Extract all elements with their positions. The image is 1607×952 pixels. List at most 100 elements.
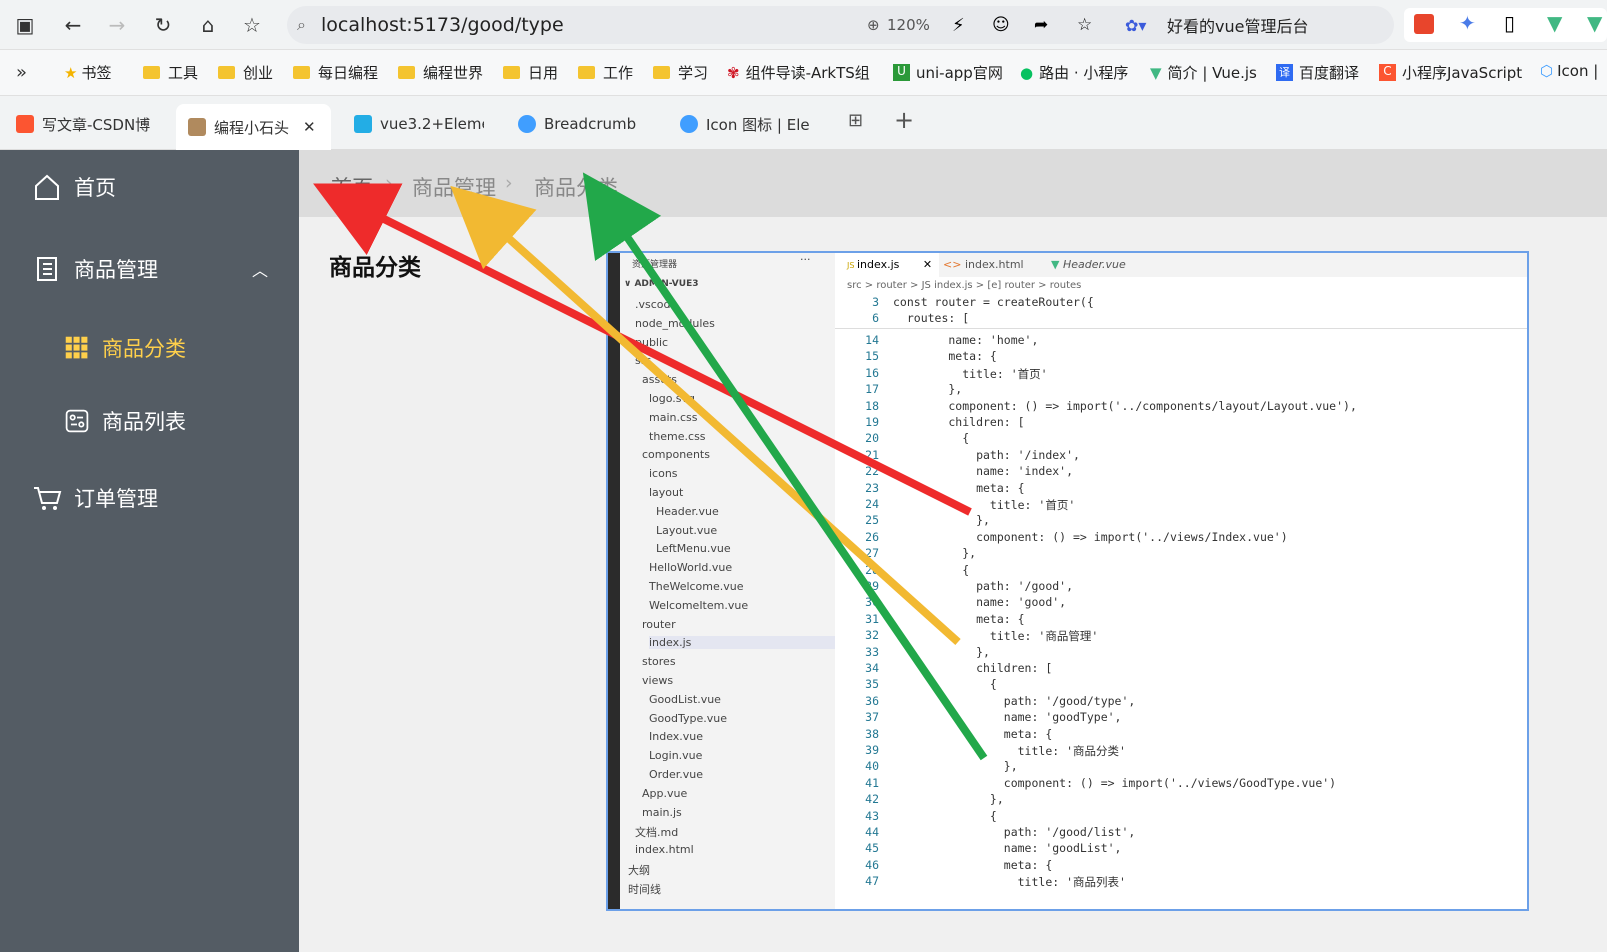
extension-label[interactable]: 好看的vue管理后台 (1167, 13, 1308, 37)
editor-tab[interactable]: <> index.html (943, 258, 1024, 271)
paw-icon[interactable]: ✿▾ (1125, 16, 1146, 35)
file-tree-item[interactable]: main.css (649, 411, 698, 424)
file-tree-item[interactable]: WelcomeItem.vue (649, 599, 748, 612)
sparkle-extension-icon[interactable]: ✦ (1459, 11, 1476, 35)
project-root[interactable]: ∨ ADMIN-VUE3 (624, 279, 699, 289)
bookmark-item[interactable]: ✾ 组件导读-ArkTS组 (727, 62, 870, 83)
bookmark-item[interactable]: ⬡ Icon | (1540, 62, 1607, 80)
bookmark-item[interactable]: 译百度翻译 (1276, 62, 1359, 83)
pdf-extension-icon[interactable] (1414, 14, 1434, 34)
editor-tab[interactable]: ▼ Header.vue (1051, 258, 1126, 271)
sidebar-toggle-icon[interactable]: ▣ (10, 10, 40, 40)
bookmark-item[interactable]: 编程世界 (398, 62, 483, 83)
file-tree-item[interactable]: TheWelcome.vue (649, 580, 744, 593)
breadcrumb-goods[interactable]: 商品管理 (412, 172, 496, 202)
code-line: 43 { (835, 809, 1527, 826)
bookmark-item[interactable]: Uuni-app官网 (893, 62, 1003, 83)
file-tree-item[interactable]: 大纲 (628, 862, 650, 878)
bookmark-item[interactable]: 每日编程 (293, 62, 378, 83)
file-tree-item[interactable]: index.html (635, 843, 694, 856)
file-tree-item[interactable]: node_modules (635, 317, 715, 330)
menu-item-orders[interactable]: 订单管理 (32, 483, 158, 513)
file-tree-item[interactable]: GoodType.vue (649, 712, 727, 725)
file-tree-item[interactable]: src (635, 354, 651, 367)
file-tree-item[interactable]: .vscode (635, 298, 677, 311)
file-tree-item[interactable]: GoodList.vue (649, 693, 721, 706)
breadcrumb-home[interactable]: 首页 (331, 172, 373, 202)
code-text: title: '首页' (893, 498, 1076, 512)
close-tab-icon[interactable]: ✕ (303, 118, 316, 136)
file-tree-item[interactable]: layout (649, 486, 683, 499)
tab-groups-icon[interactable]: ⊞ (848, 110, 863, 131)
file-tree-item[interactable]: Index.vue (649, 730, 703, 743)
csdn-icon: C (1379, 64, 1396, 81)
vue-devtools-2-icon[interactable]: ▼ (1587, 11, 1602, 35)
browser-tab[interactable]: 写文章-CSDN博 (16, 104, 156, 144)
file-tree-item[interactable]: logo.svg (649, 392, 695, 405)
file-tree-item[interactable]: public (635, 336, 668, 349)
url-text[interactable]: localhost:5173/good/type (321, 14, 564, 36)
bookmark-item[interactable]: ▼ 简介 | Vue.js (1150, 62, 1257, 83)
vue-devtools-icon[interactable]: ▼ (1547, 11, 1562, 35)
code-line: 34 children: [ (835, 661, 1527, 678)
file-tree-item[interactable]: theme.css (649, 430, 706, 443)
home-browser-icon[interactable]: ⌂ (193, 10, 223, 40)
browser-tab[interactable]: Breadcrumb (518, 104, 643, 144)
share-icon[interactable]: ➦ (1034, 15, 1048, 35)
file-tree-item[interactable]: LeftMenu.vue (656, 542, 731, 555)
close-icon[interactable]: ✕ (923, 258, 932, 271)
file-tree-item[interactable]: App.vue (642, 787, 687, 800)
bookmark-item[interactable]: ★ 书签 (64, 62, 111, 83)
code-line: 14 name: 'home', (835, 333, 1527, 350)
phone-extension-icon[interactable]: ▯ (1504, 11, 1515, 35)
zoom-level[interactable]: 120% (887, 16, 930, 34)
lightning-icon[interactable]: ⚡ (952, 15, 965, 36)
file-tree-item[interactable]: 时间线 (628, 881, 661, 897)
menu-item-goods-list[interactable]: 商品列表 (64, 406, 186, 436)
file-tree-item[interactable]: Layout.vue (656, 524, 717, 537)
editor-tab-active[interactable]: JS index.js ✕ (835, 253, 939, 277)
file-tree-item[interactable]: views (642, 674, 673, 687)
file-tree-item[interactable]: assets (642, 373, 677, 386)
bookmark-item[interactable]: ● 路由 · 小程序 (1020, 62, 1128, 83)
code-text: name: 'index', (893, 464, 1074, 479)
file-tree-item[interactable]: 文档.md (635, 824, 678, 840)
bookmark-item[interactable]: 工具 (143, 62, 198, 83)
bookmark-item[interactable]: 创业 (218, 62, 273, 83)
file-tree-item[interactable]: stores (642, 655, 676, 668)
back-icon[interactable]: ← (58, 10, 88, 40)
file-tree-item[interactable]: main.js (642, 806, 682, 819)
menu-item-home[interactable]: 首页 (32, 172, 116, 202)
file-tree-item[interactable]: router (642, 618, 676, 631)
new-tab-icon[interactable]: + (894, 106, 914, 134)
reload-icon[interactable]: ↻ (148, 10, 178, 40)
file-tree-item[interactable]: Login.vue (649, 749, 702, 762)
expand-bookmarks-icon[interactable]: » (16, 62, 27, 83)
favorite-icon[interactable]: ☆ (1077, 15, 1092, 35)
address-bar[interactable]: ⌕ localhost:5173/good/type ⊕ 120% ⚡ ☺ ➦ … (287, 6, 1394, 44)
folder-icon (398, 66, 415, 79)
bookmark-item[interactable]: 学习 (653, 62, 708, 83)
bookmark-star-icon[interactable]: ☆ (237, 10, 267, 40)
menu-item-goods[interactable]: 商品管理 ︿ (32, 254, 272, 284)
menu-item-goods-type[interactable]: 商品分类 (64, 333, 186, 363)
code-editor-screenshot: 资源管理器 ··· ∨ ADMIN-VUE3 .vscode node_modul… (606, 251, 1529, 911)
file-tree-item[interactable]: components (642, 448, 710, 461)
bookmark-item[interactable]: C 小程序JavaScript (1379, 62, 1529, 83)
forward-icon[interactable]: → (102, 10, 132, 40)
file-tree-item[interactable]: Header.vue (656, 505, 719, 518)
bookmark-item[interactable]: 日用 (503, 62, 558, 83)
file-tree-item[interactable]: Order.vue (649, 768, 703, 781)
file-tree-item[interactable]: index.js (649, 636, 849, 650)
file-tree-item[interactable]: icons (649, 467, 678, 480)
page-title: 商品分类 (329, 255, 421, 281)
browser-tab[interactable]: Icon 图标 | Ele (680, 104, 810, 144)
bookmark-item[interactable]: 工作 (578, 62, 633, 83)
browser-tab[interactable]: vue3.2+Eleme (354, 104, 484, 144)
more-icon[interactable]: ··· (800, 253, 811, 266)
file-tree-item[interactable]: HelloWorld.vue (649, 561, 732, 574)
browser-tab-active[interactable]: 编程小石头 ✕ (176, 104, 331, 150)
code-text: meta: { (893, 349, 997, 364)
face-icon[interactable]: ☺ (992, 15, 1010, 35)
code-line: 27 }, (835, 546, 1527, 563)
